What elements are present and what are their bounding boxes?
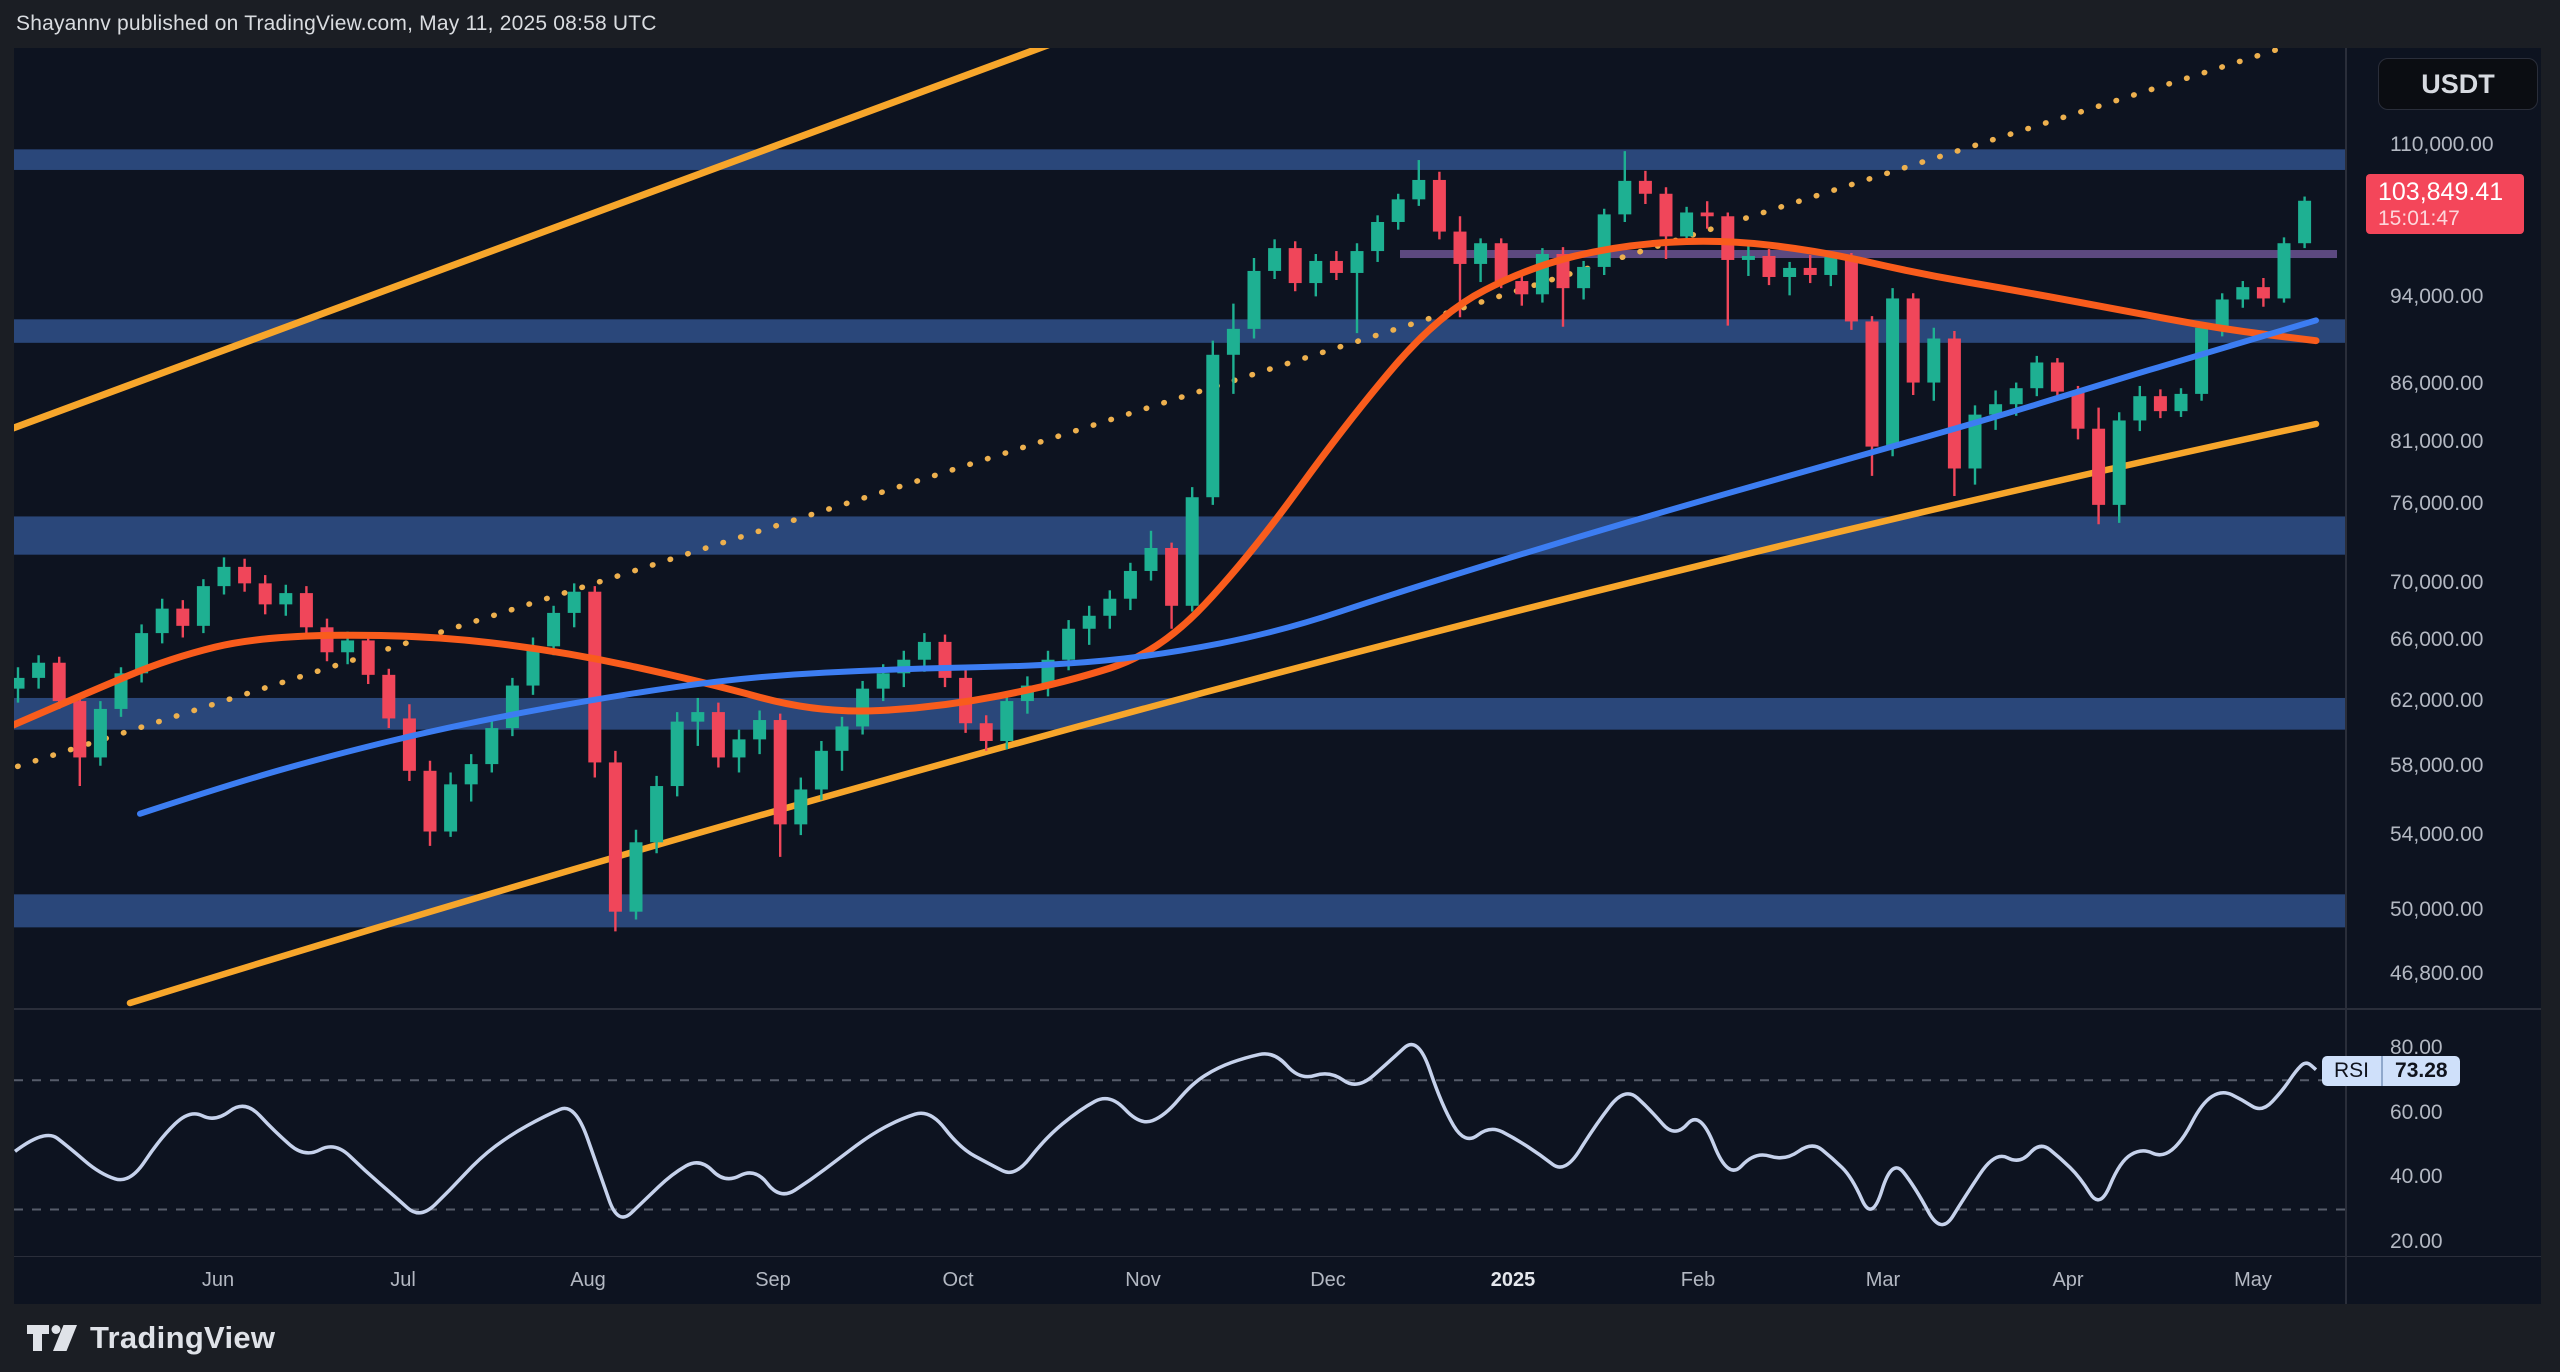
currency-badge-label: USDT [2421,69,2495,100]
rsi-value: 73.28 [2383,1056,2460,1086]
price-tick: 66,000.00 [2390,628,2483,652]
price-tick: 81,000.00 [2390,430,2483,454]
time-tick: Nov [1125,1269,1161,1292]
price-axis-divider [2345,48,2347,1304]
tradingview-brand[interactable]: TradingView [26,1320,275,1356]
time-tick: Feb [1681,1269,1715,1292]
rsi-tick: 40.00 [2390,1165,2443,1189]
chart-canvas[interactable] [0,0,2560,1372]
time-tick: Jun [202,1269,234,1292]
time-tick: Sep [755,1269,791,1292]
tradingview-logo-icon [26,1322,78,1354]
price-tick: 62,000.00 [2390,689,2483,713]
rsi-tick: 20.00 [2390,1230,2443,1254]
currency-badge: USDT [2378,58,2538,110]
price-tick: 50,000.00 [2390,898,2483,922]
time-tick: Apr [2052,1269,2083,1292]
rsi-value-badge: RSI 73.28 [2322,1056,2460,1086]
time-axis-divider [14,1256,2541,1257]
time-tick: Dec [1310,1269,1346,1292]
time-tick: Mar [1866,1269,1900,1292]
price-tick: 110,000.00 [2390,133,2494,157]
time-tick: 2025 [1491,1269,1536,1292]
time-tick: Oct [942,1269,973,1292]
footer: TradingView [0,1304,2560,1372]
price-tick: 46,800.00 [2390,962,2483,986]
time-tick: Aug [570,1269,606,1292]
last-price-badge: 103,849.41 15:01:47 [2366,174,2524,234]
price-tick: 86,000.00 [2390,372,2483,396]
rsi-tick: 60.00 [2390,1101,2443,1125]
price-tick: 94,000.00 [2390,285,2483,309]
bar-countdown: 15:01:47 [2378,207,2524,231]
price-tick: 76,000.00 [2390,492,2483,516]
rsi-label: RSI [2322,1056,2381,1086]
time-tick: Jul [390,1269,416,1292]
tradingview-wordmark: TradingView [90,1320,275,1356]
last-price-value: 103,849.41 [2378,178,2524,207]
price-tick: 58,000.00 [2390,754,2483,778]
price-tick: 70,000.00 [2390,571,2483,595]
pane-divider[interactable] [14,1008,2541,1010]
price-tick: 54,000.00 [2390,823,2483,847]
time-tick: May [2234,1269,2272,1292]
